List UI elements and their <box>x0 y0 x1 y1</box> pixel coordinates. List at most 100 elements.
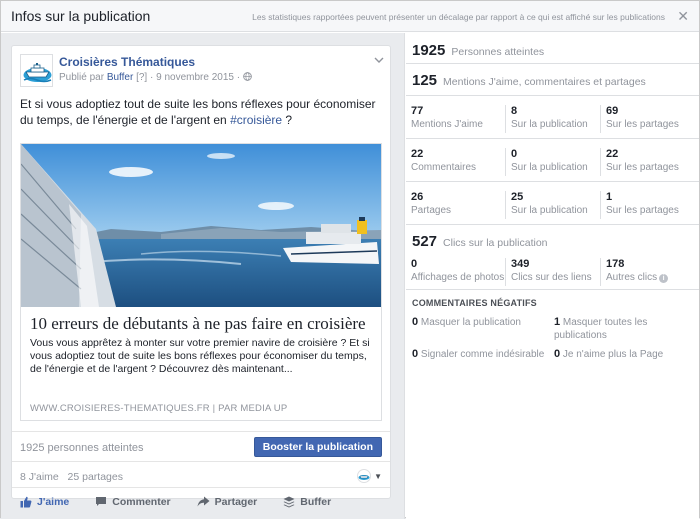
clicks-stat: 527 Clics sur la publication <box>412 233 548 250</box>
post-message: Et si vous adoptiez tout de suite les bo… <box>20 96 386 128</box>
meta-separator-2: · <box>236 72 241 83</box>
negative-value: 0 <box>412 348 419 360</box>
stat-value: 1 <box>606 191 613 203</box>
stat-cell: 0 Affichages de photos <box>406 258 506 286</box>
link-preview-image[interactable] <box>21 144 381 307</box>
clicks-label: Clics sur la publication <box>443 237 548 249</box>
stat-value: 0 <box>411 258 418 270</box>
link-title[interactable]: 10 erreurs de débutants à ne pas faire e… <box>30 314 366 334</box>
buffer-stack-icon <box>283 496 295 507</box>
post-meta: Publié par Buffer [?] · 9 novembre 2015 … <box>59 72 252 83</box>
stat-label: Autres clics i <box>606 271 699 285</box>
stat-cell: 69 Sur les partages <box>600 105 699 133</box>
published-by-label: Publié par <box>59 72 105 83</box>
stat-cell: 8 Sur la publication <box>505 105 599 133</box>
stat-value: 77 <box>411 105 424 117</box>
chevron-down-icon[interactable] <box>374 56 384 67</box>
stat-value: 349 <box>511 258 530 270</box>
negative-value: 0 <box>554 348 561 360</box>
stat-label: Affichages de photos <box>411 272 505 283</box>
boost-post-button[interactable]: Booster la publication <box>253 437 382 457</box>
post-date[interactable]: 9 novembre 2015 <box>156 72 234 83</box>
clicks-breakdown-row: 0 Affichages de photos 349 Clics sur des… <box>406 254 699 297</box>
stat-cell: 26 Partages <box>406 191 506 219</box>
likes-shares-count[interactable]: 8 J'aime 25 partages <box>20 471 123 483</box>
negative-label: Masquer toutes les publications <box>554 317 648 341</box>
share-arrow-icon <box>197 496 210 507</box>
stat-label: Sur la publication <box>511 205 588 216</box>
like-button[interactable]: J'aime <box>20 496 69 508</box>
comment-label: Commenter <box>112 495 171 508</box>
like-label: J'aime <box>37 495 70 508</box>
share-label: Partager <box>214 495 258 508</box>
stat-cell: 77 Mentions J'aime <box>406 105 506 133</box>
likes-bar: 8 J'aime 25 partages ▼ <box>12 461 390 487</box>
stats-delay-note: Les statistiques rapportées peuvent prés… <box>252 12 665 22</box>
buffer-label: Buffer <box>300 495 332 508</box>
hashtag-link[interactable]: #croisière <box>230 113 282 127</box>
negative-item: 0 Je n'aime plus la Page <box>554 348 694 361</box>
page-name-link[interactable]: Croisières Thématiques <box>59 55 195 69</box>
stat-label: Sur les partages <box>606 119 679 130</box>
link-preview[interactable]: 10 erreurs de débutants à ne pas faire e… <box>20 143 382 421</box>
reach-label: Personnes atteintes <box>451 46 545 58</box>
close-icon[interactable]: ✕ <box>677 8 689 25</box>
negative-label: Masquer la publication <box>420 317 521 328</box>
people-reached-text: 1925 personnes atteintes <box>20 442 144 454</box>
publisher-link[interactable]: Buffer <box>107 72 134 83</box>
link-source: WWW.CROISIERES-THEMATIQUES.FR | PAR MEDI… <box>30 403 288 414</box>
stat-label: Sur les partages <box>606 205 679 216</box>
page-avatar-small-icon <box>357 469 372 483</box>
stat-label: Mentions J'aime <box>411 119 483 130</box>
post-actions: J'aime Commenter Partager Buffer <box>12 487 390 515</box>
stat-label: Sur la publication <box>511 162 588 173</box>
post-insights-dialog: Infos sur la publication Les statistique… <box>0 0 700 519</box>
reach-value: 1925 <box>412 42 446 59</box>
stat-cell: 349 Clics sur des liens <box>505 258 599 286</box>
stat-cell: 1 Sur les partages <box>600 191 699 219</box>
post-message-end: ? <box>282 113 293 127</box>
page-avatar[interactable] <box>20 54 53 87</box>
buffer-button[interactable]: Buffer <box>283 496 331 508</box>
insights-stats-pane: 1925 Personnes atteintes 125 Mentions J'… <box>406 33 699 519</box>
stat-value: 25 <box>511 191 524 203</box>
link-description: Vous vous apprêtez à monter sur votre pr… <box>30 337 370 375</box>
engagement-value: 125 <box>412 72 438 89</box>
comment-icon <box>96 497 107 506</box>
engagement-stat: 125 Mentions J'aime, commentaires et par… <box>412 72 646 89</box>
negative-feedback-title: COMMENTAIRES NÉGATIFS <box>412 298 537 308</box>
negative-label: Signaler comme indésirable <box>420 349 545 360</box>
stat-label: Sur la publication <box>511 119 588 130</box>
negative-item: 0 Signaler comme indésirable <box>412 348 552 361</box>
negative-value: 0 <box>412 316 419 328</box>
chevron-down-icon: ▼ <box>374 471 382 481</box>
stat-cell: 22 Sur les partages <box>600 148 699 176</box>
post-card: Croisières Thématiques Publié par Buffer… <box>11 45 391 508</box>
help-link[interactable]: [?] <box>136 72 147 83</box>
stat-value: 0 <box>511 148 518 160</box>
divider <box>406 138 699 139</box>
divider <box>406 289 699 290</box>
stat-cell: 178 Autres clics i <box>600 258 699 286</box>
stat-label: Sur les partages <box>606 162 679 173</box>
clicks-value: 527 <box>412 233 438 250</box>
post-preview-pane: Croisières Thématiques Publié par Buffer… <box>1 33 405 519</box>
stat-cell: 0 Sur la publication <box>505 148 599 176</box>
divider <box>406 63 699 64</box>
post-as-selector[interactable]: ▼ <box>357 469 382 483</box>
stat-value: 69 <box>606 105 619 117</box>
comment-button[interactable]: Commenter <box>95 495 171 508</box>
globe-icon <box>243 72 252 81</box>
post-message-text: Et si vous adoptiez tout de suite les bo… <box>20 97 376 127</box>
negative-item: 1 Masquer toutes les publications <box>554 316 694 342</box>
info-icon[interactable]: i <box>659 274 669 283</box>
share-button[interactable]: Partager <box>197 495 258 508</box>
divider <box>406 95 699 96</box>
divider <box>406 224 699 225</box>
engagement-label: Mentions J'aime, commentaires et partage… <box>443 76 646 88</box>
ship-logo-icon <box>21 55 52 86</box>
other-clicks-label: Autres clics <box>606 272 658 283</box>
stat-label: Partages <box>411 205 452 216</box>
stat-value: 178 <box>606 258 625 270</box>
stat-label: Clics sur des liens <box>511 272 592 283</box>
